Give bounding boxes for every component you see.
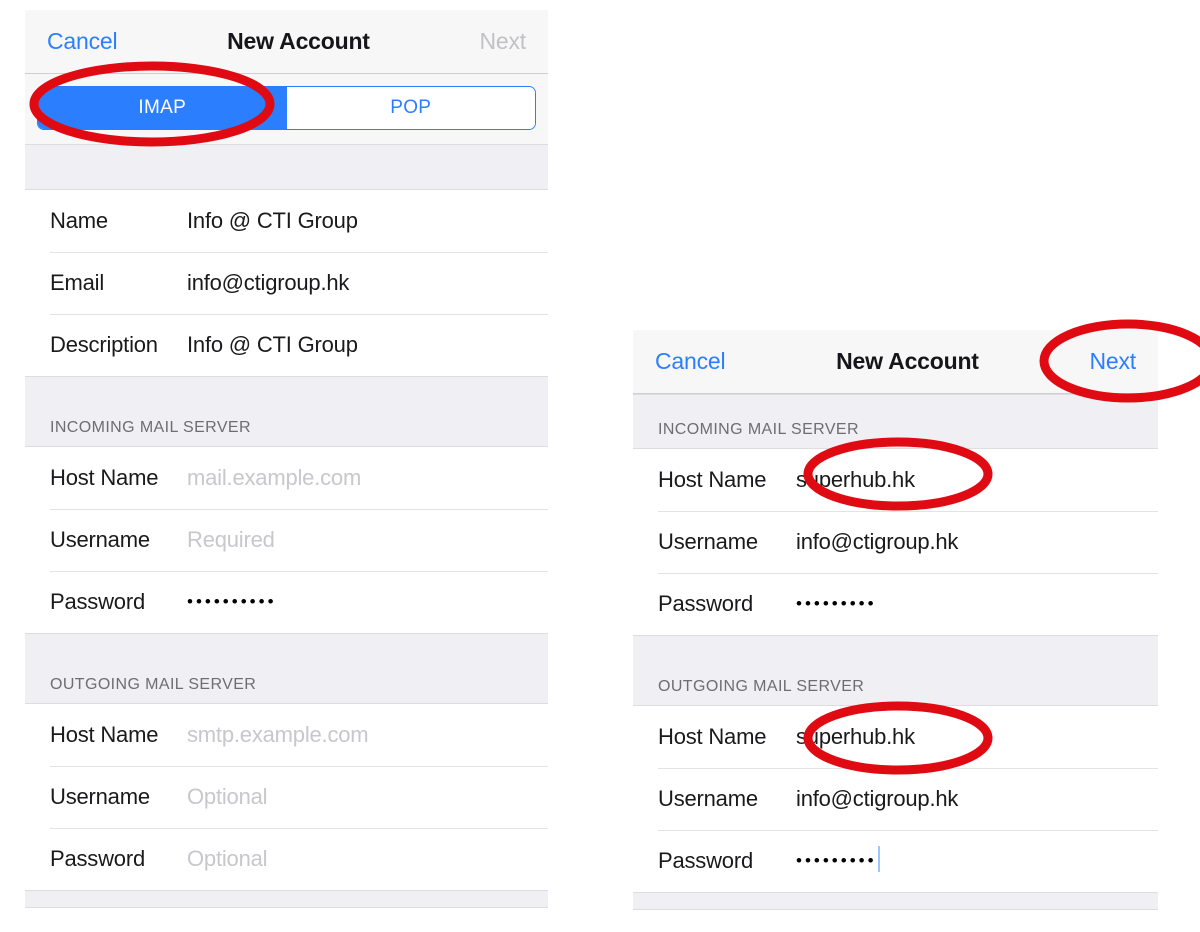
section-spacer	[25, 144, 548, 190]
section-footer-spacer	[25, 890, 548, 908]
cancel-button[interactable]: Cancel	[655, 348, 726, 375]
incoming-host-name-input[interactable]: mail.example.com	[187, 465, 361, 491]
outgoing-username-input[interactable]: info@ctigroup.hk	[796, 786, 958, 812]
outgoing-host-name-input[interactable]: superhub.hk	[796, 724, 915, 750]
incoming-username-input[interactable]: Required	[187, 527, 275, 553]
row-label: Password	[658, 848, 753, 873]
row-label: Username	[50, 784, 150, 809]
row-label: Host Name	[50, 465, 159, 490]
row-incoming-host-name[interactable]: Host Name superhub.hk	[633, 449, 1158, 511]
row-outgoing-username[interactable]: Username Optional	[25, 766, 548, 828]
incoming-password-input[interactable]: ••••••••••	[187, 592, 277, 612]
row-email[interactable]: Email info@ctigroup.hk	[25, 252, 548, 314]
incoming-mail-server-section: Host Name superhub.hk Username info@ctig…	[633, 449, 1158, 635]
cancel-button[interactable]: Cancel	[47, 28, 118, 55]
outgoing-password-input[interactable]: Optional	[187, 846, 268, 872]
outgoing-mail-server-section: Host Name superhub.hk Username info@ctig…	[633, 706, 1158, 892]
incoming-mail-server-header: INCOMING MAIL SERVER	[25, 376, 548, 447]
row-label: Host Name	[658, 724, 767, 749]
outgoing-host-name-input[interactable]: smtp.example.com	[187, 722, 369, 748]
outgoing-password-input[interactable]: •••••••••	[796, 851, 877, 871]
text-cursor	[877, 846, 880, 872]
section-footer-spacer	[633, 892, 1158, 910]
outgoing-mail-server-section: Host Name smtp.example.com Username Opti…	[25, 704, 548, 890]
row-outgoing-username[interactable]: Username info@ctigroup.hk	[633, 768, 1158, 830]
row-outgoing-host-name[interactable]: Host Name superhub.hk	[633, 706, 1158, 768]
row-label: Host Name	[50, 722, 159, 747]
navigation-bar: Cancel New Account Next	[633, 330, 1158, 394]
outgoing-mail-server-header: OUTGOING MAIL SERVER	[633, 635, 1158, 706]
row-outgoing-password[interactable]: Password •••••••••	[633, 830, 1158, 892]
incoming-mail-server-section: Host Name mail.example.com Username Requ…	[25, 447, 548, 633]
new-account-screen-right: Cancel New Account Next INCOMING MAIL SE…	[633, 330, 1158, 910]
account-type-segmented-control-wrap: IMAP POP	[25, 74, 548, 144]
row-label: Email	[50, 270, 105, 295]
incoming-host-name-input[interactable]: superhub.hk	[796, 467, 915, 493]
description-input[interactable]: Info @ CTI Group	[187, 332, 358, 358]
next-button[interactable]: Next	[1089, 348, 1136, 375]
incoming-password-input[interactable]: •••••••••	[796, 594, 877, 614]
row-label: Password	[50, 846, 145, 871]
row-label: Name	[50, 208, 108, 233]
row-label: Username	[658, 529, 758, 554]
row-label: Description	[50, 332, 158, 357]
row-outgoing-password[interactable]: Password Optional	[25, 828, 548, 890]
row-incoming-username[interactable]: Username Required	[25, 509, 548, 571]
outgoing-mail-server-header: OUTGOING MAIL SERVER	[25, 633, 548, 704]
row-label: Password	[50, 589, 145, 614]
name-input[interactable]: Info @ CTI Group	[187, 208, 358, 234]
row-name[interactable]: Name Info @ CTI Group	[25, 190, 548, 252]
email-input[interactable]: info@ctigroup.hk	[187, 270, 349, 296]
row-incoming-password[interactable]: Password ••••••••••	[25, 571, 548, 633]
incoming-mail-server-header: INCOMING MAIL SERVER	[633, 394, 1158, 449]
row-label: Username	[658, 786, 758, 811]
row-label: Host Name	[658, 467, 767, 492]
page-title: New Account	[227, 28, 370, 54]
row-description[interactable]: Description Info @ CTI Group	[25, 314, 548, 376]
row-outgoing-host-name[interactable]: Host Name smtp.example.com	[25, 704, 548, 766]
row-incoming-username[interactable]: Username info@ctigroup.hk	[633, 511, 1158, 573]
new-account-screen-left: Cancel New Account Next IMAP POP Name In…	[25, 10, 548, 908]
outgoing-username-input[interactable]: Optional	[187, 784, 268, 810]
incoming-username-input[interactable]: info@ctigroup.hk	[796, 529, 958, 555]
row-incoming-password[interactable]: Password •••••••••	[633, 573, 1158, 635]
row-label: Password	[658, 591, 753, 616]
page-title: New Account	[836, 348, 979, 374]
next-button[interactable]: Next	[479, 28, 526, 55]
account-type-segmented-control[interactable]: IMAP POP	[37, 86, 536, 130]
segment-imap[interactable]: IMAP	[38, 87, 287, 129]
account-details-section: Name Info @ CTI Group Email info@ctigrou…	[25, 190, 548, 376]
row-label: Username	[50, 527, 150, 552]
segment-pop[interactable]: POP	[286, 87, 535, 129]
navigation-bar: Cancel New Account Next	[25, 10, 548, 74]
row-incoming-host-name[interactable]: Host Name mail.example.com	[25, 447, 548, 509]
